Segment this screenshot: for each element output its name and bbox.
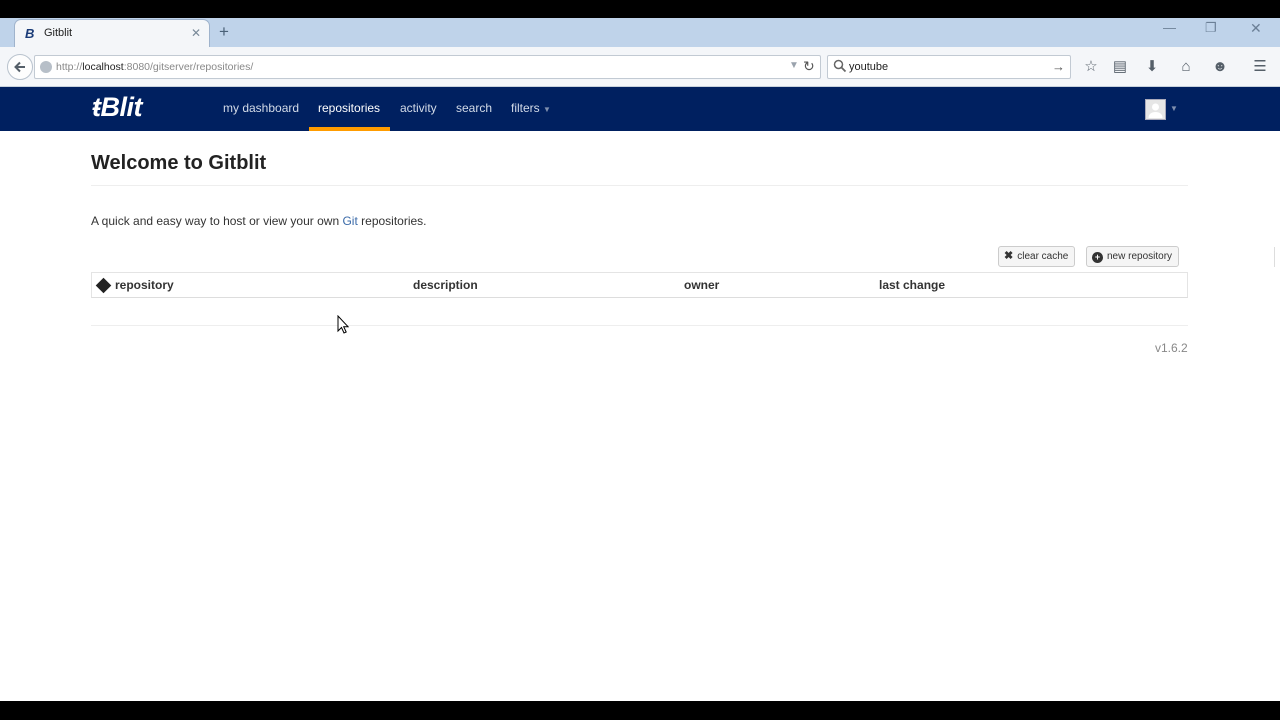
plus-circle-icon: + — [1092, 252, 1103, 263]
user-icon — [1148, 103, 1163, 118]
repositories-table-header: repository description owner last change — [91, 272, 1188, 298]
page-title: Welcome to Gitblit — [91, 152, 267, 174]
chevron-down-icon: ▼ — [543, 105, 551, 114]
git-link[interactable]: Git — [342, 214, 357, 228]
search-icon — [833, 59, 847, 73]
screen: B Gitblit ✕ + — ❐ ✕ http://localhost:808… — [0, 0, 1280, 720]
address-bar[interactable]: http://localhost:8080/gitserver/reposito… — [34, 55, 821, 79]
column-description[interactable]: description — [413, 278, 478, 292]
star-icon[interactable]: ☆ — [1080, 56, 1102, 78]
intro-text: A quick and easy way to host or view you… — [91, 214, 427, 228]
new-repository-button[interactable]: + new repository — [1086, 246, 1180, 267]
tab-title: Gitblit — [44, 27, 73, 39]
gitblit-logo[interactable]: ŧBlit — [92, 92, 142, 123]
divider — [91, 185, 1188, 186]
search-input[interactable]: youtube — [849, 61, 888, 73]
nav-filters[interactable]: filters ▼ — [511, 101, 551, 115]
close-window-icon[interactable]: ✕ — [1250, 20, 1262, 37]
column-last-change[interactable]: last change — [879, 278, 945, 292]
restore-icon[interactable]: ❐ — [1205, 20, 1217, 36]
browser-window: B Gitblit ✕ + — ❐ ✕ http://localhost:808… — [0, 18, 1280, 701]
clipboard-icon[interactable]: ▤ — [1109, 56, 1131, 78]
user-menu-chevron-icon[interactable]: ▼ — [1170, 104, 1178, 113]
globe-icon — [40, 61, 52, 73]
back-arrow-icon — [14, 61, 25, 73]
tab-strip: B Gitblit ✕ + — ❐ ✕ — [0, 18, 1280, 47]
mouse-cursor-icon — [337, 315, 349, 334]
search-go-icon[interactable]: → — [1052, 59, 1065, 74]
scrollbar-edge — [1274, 247, 1280, 267]
nav-activity[interactable]: activity — [400, 101, 437, 115]
nav-search[interactable]: search — [456, 101, 492, 115]
back-button[interactable] — [7, 54, 33, 80]
clear-cache-button[interactable]: ✖ clear cache — [998, 246, 1076, 267]
reload-icon[interactable]: ↻ — [803, 58, 815, 75]
chat-icon[interactable]: ☻ — [1209, 56, 1231, 78]
url-text: http://localhost:8080/gitserver/reposito… — [56, 61, 254, 73]
minimize-icon[interactable]: — — [1163, 20, 1176, 35]
close-icon: ✖ — [1004, 250, 1014, 262]
home-icon[interactable]: ⌂ — [1175, 56, 1197, 78]
search-bar[interactable]: youtube → — [827, 55, 1071, 79]
divider — [91, 325, 1188, 326]
hamburger-menu-icon[interactable]: ☰ — [1249, 56, 1271, 78]
avatar[interactable] — [1145, 99, 1166, 120]
navigation-toolbar: http://localhost:8080/gitserver/reposito… — [0, 47, 1280, 87]
close-tab-icon[interactable]: ✕ — [191, 26, 201, 40]
nav-my-dashboard[interactable]: my dashboard — [223, 101, 299, 115]
column-repository[interactable]: repository — [115, 278, 174, 292]
browser-tab-gitblit[interactable]: B Gitblit ✕ — [14, 19, 210, 47]
column-owner[interactable]: owner — [684, 278, 719, 292]
git-icon — [95, 277, 112, 294]
download-icon[interactable]: ⬇ — [1141, 56, 1163, 78]
main-content: Welcome to Gitblit A quick and easy way … — [0, 131, 1280, 701]
version-label: v1.6.2 — [1155, 341, 1188, 355]
gitblit-favicon-icon: B — [25, 26, 35, 41]
gitblit-header: ŧBlit my dashboard repositories activity… — [0, 87, 1280, 131]
history-dropdown-icon[interactable]: ▼ — [789, 60, 799, 71]
new-tab-button[interactable]: + — [219, 22, 229, 42]
nav-repositories[interactable]: repositories — [318, 101, 380, 115]
